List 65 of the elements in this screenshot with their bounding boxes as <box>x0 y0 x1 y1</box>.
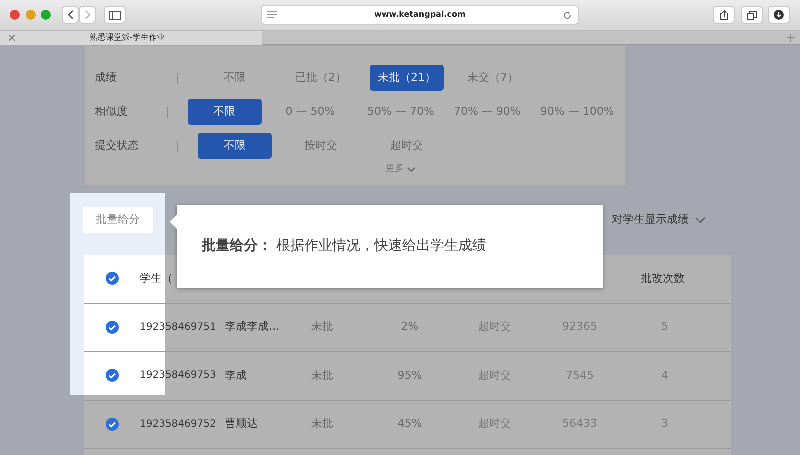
filter-option[interactable]: 已批（2） <box>284 65 358 91</box>
checked-icon[interactable] <box>106 418 118 431</box>
checked-icon[interactable] <box>106 369 118 382</box>
tabs-icon <box>746 10 756 20</box>
table-cell-text: 超时交 <box>478 368 512 384</box>
checked-icon[interactable] <box>106 320 118 334</box>
tabs-button[interactable] <box>740 6 762 24</box>
table-cell-text: 2% <box>400 319 420 335</box>
reader-icon <box>267 11 278 19</box>
table-cell-text: 95% <box>396 368 424 384</box>
filter-option[interactable]: 90% — 100% <box>532 99 613 125</box>
filter-option[interactable]: 未批（21） <box>370 65 444 91</box>
table-cell-text: 5 <box>660 319 670 335</box>
filter-option[interactable]: 0 — 50% <box>274 99 348 125</box>
show-grades-dropdown[interactable]: 对学生显示成绩 <box>612 212 706 228</box>
batch-grade-button[interactable]: 批量给分 <box>83 207 153 233</box>
url-text: www.ketangpai.com <box>373 9 467 21</box>
table-cell-text: 李成李成... <box>225 319 280 335</box>
filter-option[interactable]: 不限 <box>198 65 272 91</box>
filter-option[interactable]: 50% — 70% <box>360 99 434 125</box>
filter-label: 相似度 <box>94 104 129 120</box>
more-button[interactable]: 更多 <box>386 163 416 176</box>
checked-icon[interactable] <box>106 272 118 286</box>
table-cell-text: 192358469752 <box>140 418 218 432</box>
filter-option[interactable]: 不限 <box>188 99 262 125</box>
close-button[interactable] <box>10 10 20 20</box>
filter-option[interactable]: 按时交 <box>284 133 358 159</box>
table-cell-text: 56433 <box>562 416 598 432</box>
filter-label: 提交状态 <box>94 138 140 154</box>
table-cell-text: 超时交 <box>478 319 512 335</box>
browser-tab[interactable]: 熟悉课堂派-学生作业 <box>0 31 262 45</box>
download-button[interactable] <box>768 6 790 24</box>
sidebar-button[interactable] <box>104 6 126 24</box>
filter-option[interactable]: 未交（7） <box>456 65 530 91</box>
download-icon <box>774 10 784 20</box>
back-button[interactable] <box>62 6 79 24</box>
table-cell-text: 曹顺达 <box>225 416 259 432</box>
table-cell-text: 超时交 <box>478 416 512 432</box>
column-header: 学生（ <box>140 270 173 286</box>
filter-option[interactable]: 不限 <box>198 133 272 159</box>
table-cell-text: 92365 <box>562 319 598 335</box>
table-cell-text: 李成 <box>225 368 248 384</box>
filter-label: 成绩 <box>94 70 118 86</box>
close-icon <box>9 35 15 41</box>
filter-option[interactable]: 70% — 90% <box>446 99 520 125</box>
tab-title: 熟悉课堂派-学生作业 <box>90 32 165 44</box>
forward-icon <box>84 10 92 20</box>
chevron-down-icon <box>406 166 416 173</box>
filter-option[interactable]: 超时交 <box>370 133 444 159</box>
back-icon <box>66 10 74 20</box>
share-icon <box>720 10 728 20</box>
table-cell-text: 未批 <box>310 368 334 384</box>
tooltip-text: 批量给分： 根据作业情况，快速给出学生成绩 <box>202 237 486 256</box>
column-header: 批改次数 <box>641 270 685 286</box>
share-button[interactable] <box>713 6 735 24</box>
table-cell-text: 45% <box>396 416 424 432</box>
table-cell-text: 3 <box>660 416 670 432</box>
table-cell-text: 7545 <box>565 368 595 384</box>
table-cell-text: 未批 <box>310 416 334 432</box>
chevron-down-icon <box>694 216 706 224</box>
table-cell-text: 4 <box>660 368 670 384</box>
reload-icon <box>563 10 572 20</box>
table-cell-text: 未批 <box>310 319 334 335</box>
address-bar[interactable]: www.ketangpai.com <box>260 5 579 25</box>
sidebar-icon <box>109 10 122 20</box>
